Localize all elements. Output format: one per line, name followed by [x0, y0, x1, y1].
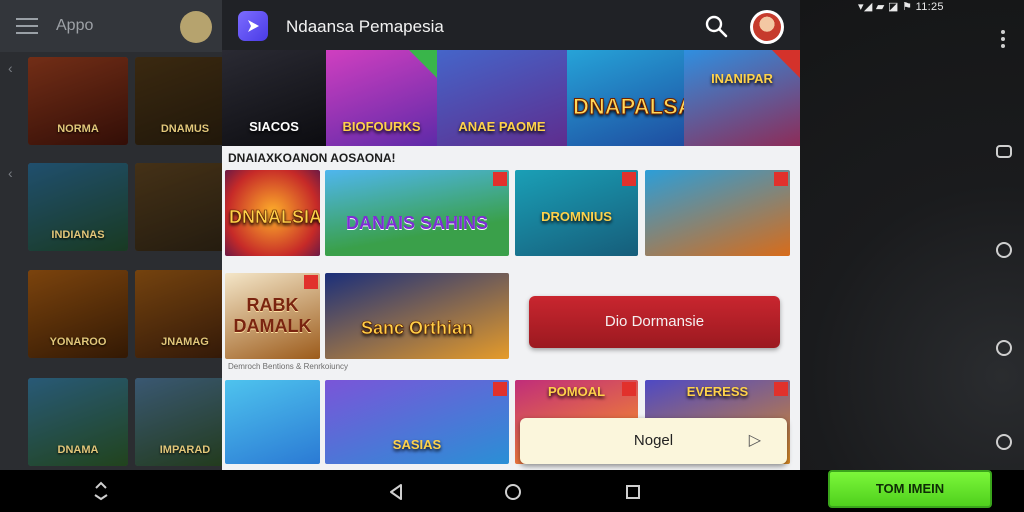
badge-ribbon [409, 50, 437, 78]
game-title: Sanc Orthian [360, 318, 474, 339]
game-tile[interactable]: DROMNIUS [515, 170, 638, 256]
chevron-right-icon[interactable]: ▷ [749, 430, 761, 450]
left-app-drawer: Appo ‹ ‹ NORMA DNAMUS INDIANAS YONAROO J… [0, 0, 235, 470]
menu-icon[interactable] [16, 18, 38, 34]
banner-tile[interactable]: DNAPALSA [567, 50, 684, 146]
game-title: DNNALSIA [229, 207, 320, 228]
tile-label: IMPARAD [159, 444, 211, 456]
screen: Appo ‹ ‹ NORMA DNAMUS INDIANAS YONAROO J… [0, 0, 1024, 512]
more-vert-icon[interactable] [1001, 30, 1005, 51]
left-title: Appo [56, 17, 94, 34]
home-icon[interactable] [505, 484, 521, 500]
badge-ribbon [622, 172, 636, 186]
banner-tile[interactable]: ANAE PAOME [437, 50, 567, 146]
badge-ribbon [493, 382, 507, 396]
profile-avatar[interactable] [750, 10, 784, 44]
square-icon[interactable] [996, 145, 1012, 158]
badge-ribbon [304, 275, 318, 289]
tile-label: DNAMA [57, 444, 99, 456]
game-tile[interactable]: Sanc Orthian [325, 273, 509, 359]
store-panel: Ndaansa Pemapesia SIACOS BIOFOURKS ANAE … [222, 0, 800, 470]
banner-label: INANIPAR [711, 71, 773, 86]
circle-icon[interactable] [996, 434, 1012, 450]
banner-label: DNAPALSA [573, 94, 685, 120]
banner-label: SIACOS [249, 119, 299, 134]
featured-banner: SIACOS BIOFOURKS ANAE PAOME DNAPALSA INA… [222, 50, 800, 146]
sub-caption: Demroch Bentions & Renrkoiuncy [228, 362, 349, 371]
game-tile[interactable] [645, 170, 790, 256]
game-title: RABK DAMALK [233, 295, 312, 336]
game-tile[interactable]: RABK DAMALK [225, 273, 320, 359]
game-title: SASIAS [392, 437, 442, 452]
banner-label: ANAE PAOME [458, 119, 546, 134]
banner-tile[interactable]: SIACOS [222, 50, 326, 146]
left-game-tile[interactable]: INDIANAS [28, 163, 128, 251]
banner-tile[interactable]: BIOFOURKS [326, 50, 437, 146]
game-tile[interactable]: DANAIS SAHINS [325, 170, 509, 256]
left-game-tile[interactable]: NORMA [28, 57, 128, 145]
play-arrow-icon [248, 20, 259, 32]
left-game-tile[interactable]: DNAMUS [135, 57, 235, 145]
search-icon[interactable] [704, 14, 728, 38]
left-game-tile[interactable]: JNAMAG [135, 270, 235, 358]
toast-label: Nogel [633, 432, 674, 449]
left-game-tile[interactable] [135, 163, 235, 251]
back-icon[interactable] [388, 483, 404, 501]
recent-apps-icon[interactable] [626, 485, 640, 499]
tile-label: YONAROO [49, 336, 107, 348]
game-title: DANAIS SAHINS [345, 213, 488, 233]
left-avatar[interactable] [180, 11, 212, 43]
avatar-image [753, 13, 781, 41]
game-tile[interactable]: SASIAS [325, 380, 509, 464]
tile-label: JNAMAG [161, 336, 209, 348]
chevron-left-icon[interactable]: ‹ [8, 60, 13, 76]
banner-label: BIOFOURKS [342, 119, 421, 134]
promo-button[interactable]: Dio Dormansie [529, 296, 780, 348]
left-game-tile[interactable]: IMPARAD [135, 378, 235, 466]
app-logo-icon[interactable] [238, 11, 268, 41]
status-bar: ▾◢ ▰ ◪ ⚑ 11:25 [858, 1, 944, 13]
game-tile[interactable]: DNNALSIA [225, 170, 320, 256]
section-title: DNAIAXKOANON AOSAONA! [228, 151, 396, 165]
game-tile[interactable] [225, 380, 320, 464]
tile-label: INDIANAS [51, 229, 105, 241]
left-header: Appo [0, 0, 222, 52]
game-title: EVERESS [686, 384, 749, 399]
banner-tile[interactable]: INANIPAR [684, 50, 800, 146]
circle-icon[interactable] [996, 340, 1012, 356]
game-title: POMOAL [547, 384, 606, 399]
tile-label: DNAMUS [160, 123, 210, 135]
game-title: DROMNIUS [541, 209, 612, 224]
app-title: Ndaansa Pemapesia [286, 17, 444, 36]
badge-ribbon [493, 172, 507, 186]
circle-icon[interactable] [996, 242, 1012, 258]
cta-button[interactable]: TOM IMEIN [828, 470, 992, 508]
left-game-tile[interactable]: YONAROO [28, 270, 128, 358]
left-game-tile[interactable]: DNAMA [28, 378, 128, 466]
badge-ribbon [774, 172, 788, 186]
toast-card[interactable]: Nogel ▷ [520, 418, 787, 464]
chevron-left-icon[interactable]: ‹ [8, 165, 13, 181]
app-bar: Ndaansa Pemapesia [222, 0, 800, 50]
tile-label: NORMA [57, 123, 99, 135]
rotate-icon[interactable] [92, 481, 110, 501]
right-background [800, 0, 1024, 470]
